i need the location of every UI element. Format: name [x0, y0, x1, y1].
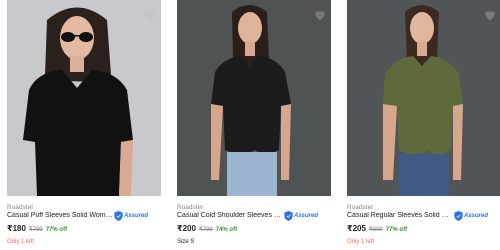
stock-note: Only 1 left [7, 239, 35, 245]
discount: 74% off [215, 227, 238, 233]
original-price: ₹899 [368, 227, 383, 233]
product-card[interactable]: Roadster Casual Puff Sleeves Solid Women… [7, 0, 161, 250]
product-brand: Roadster [347, 204, 374, 211]
original-price: ₹799 [28, 227, 43, 233]
price: ₹200 [177, 224, 196, 233]
price: ₹180 [7, 224, 26, 233]
heart-icon[interactable] [143, 8, 157, 22]
discount: 77% off [385, 227, 408, 233]
product-image[interactable] [347, 0, 500, 196]
assured-badge: Assured [114, 211, 148, 221]
original-price: ₹799 [198, 227, 213, 233]
product-title[interactable]: Casual Cold Shoulder Sleeves Solid Women… [177, 212, 285, 219]
shield-icon [284, 211, 293, 221]
shield-icon [454, 211, 463, 221]
assured-label: Assured [294, 213, 319, 219]
product-image[interactable] [177, 0, 331, 196]
product-card[interactable]: Roadster Casual Regular Sleeves Solid Wo… [347, 0, 500, 250]
size-note: Size S [177, 239, 195, 245]
stock-note: Only 1 left [347, 239, 375, 245]
product-brand: Roadster [7, 204, 34, 211]
heart-icon[interactable] [313, 8, 327, 22]
assured-label: Assured [464, 213, 489, 219]
assured-label: Assured [124, 213, 149, 219]
product-title[interactable]: Casual Regular Sleeves Solid Women Green… [347, 212, 455, 219]
discount: 77% off [45, 227, 68, 233]
assured-badge: Assured [454, 211, 488, 221]
assured-badge: Assured [284, 211, 318, 221]
product-brand: Roadster [177, 204, 204, 211]
product-card[interactable]: Roadster Casual Cold Shoulder Sleeves So… [177, 0, 331, 250]
product-image[interactable] [7, 0, 161, 196]
product-title[interactable]: Casual Puff Sleeves Solid Women Black To… [7, 212, 115, 219]
shield-icon [114, 211, 123, 221]
heart-icon[interactable] [483, 8, 497, 22]
price: ₹205 [347, 224, 366, 233]
